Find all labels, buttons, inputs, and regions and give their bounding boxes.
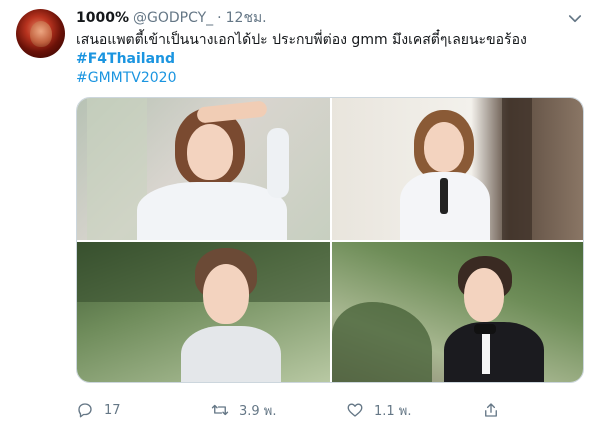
action-bar: 17 3.9 พ. 1.1 พ.: [76, 398, 516, 422]
photo-3[interactable]: [77, 242, 330, 382]
separator-dot: ·: [217, 10, 222, 26]
retweet-button[interactable]: 3.9 พ.: [211, 398, 277, 422]
share-button[interactable]: [482, 398, 510, 422]
tweet[interactable]: 1000% @GODPCY_ · 12ชม. เสนอแพตตี้เข้าเป็…: [0, 0, 599, 430]
like-button[interactable]: 1.1 พ.: [346, 398, 412, 422]
user-handle[interactable]: @GODPCY_: [133, 10, 213, 26]
retweet-icon: [211, 404, 229, 416]
photo-1[interactable]: [77, 98, 330, 240]
share-icon: [485, 403, 497, 417]
media-grid: [76, 97, 584, 383]
avatar[interactable]: [16, 9, 65, 58]
avatar-face: [30, 21, 52, 47]
retweet-count: 3.9 พ.: [239, 403, 277, 419]
hashtag-f4thailand[interactable]: #F4Thailand: [76, 50, 175, 69]
like-icon: [347, 403, 363, 417]
tweet-header: 1000% @GODPCY_ · 12ชม.: [76, 8, 267, 28]
like-count: 1.1 พ.: [374, 403, 412, 419]
tweet-text: เสนอแพตตี้เข้าเป็นนางเอกได้ปะ ประกบพี่ต่…: [76, 32, 527, 48]
photo-4[interactable]: [332, 242, 583, 382]
reply-count: 17: [104, 402, 121, 418]
photo-2[interactable]: [332, 98, 583, 240]
display-name[interactable]: 1000%: [76, 10, 129, 26]
reply-icon: [78, 403, 92, 418]
reply-button[interactable]: 17: [76, 398, 121, 422]
hashtag-gmmtv2020[interactable]: #GMMTV2020: [76, 69, 177, 88]
chevron-down-icon[interactable]: [566, 10, 584, 28]
timestamp[interactable]: 12ชม.: [226, 7, 267, 29]
